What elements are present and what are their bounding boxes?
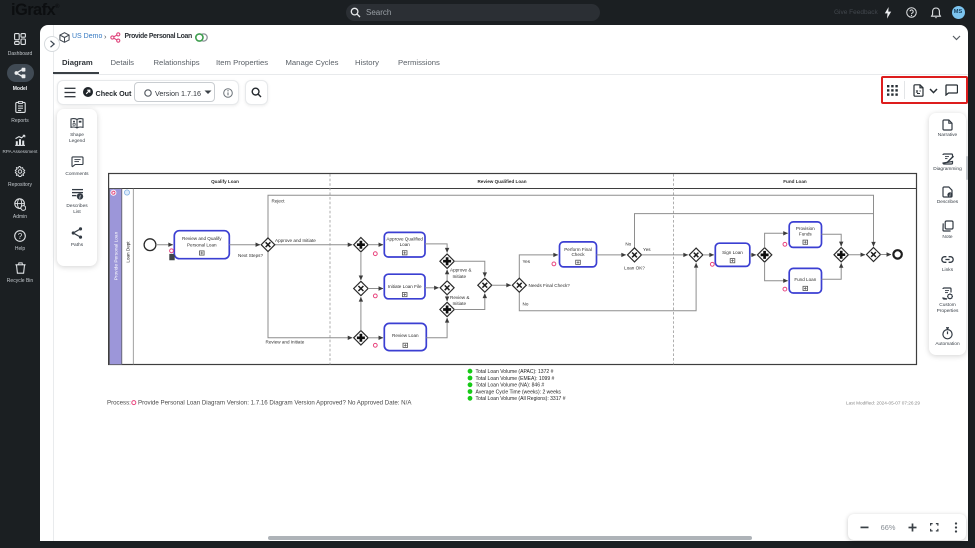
svg-text:Process:: Process: [107, 400, 131, 407]
svg-text:Average Cycle Time (weeks): 2: Average Cycle Time (weeks): 2 weeks [476, 389, 562, 395]
svg-text:Check: Check [571, 252, 585, 257]
svg-text:Review &: Review & [450, 295, 469, 300]
svg-text:Next Steps?: Next Steps? [238, 253, 263, 258]
svg-text:Fund Loan: Fund Loan [783, 179, 807, 184]
svg-text:Sign Loan: Sign Loan [722, 250, 743, 255]
svg-text:Funds: Funds [799, 231, 812, 236]
svg-text:Total Loan Volume (EMEA): 1099: Total Loan Volume (EMEA): 1099 # [476, 376, 555, 382]
svg-text:Provide Personal Loan Diagram: Provide Personal Loan Diagram Version: 1… [138, 400, 412, 407]
svg-text:Qualify Loan: Qualify Loan [211, 179, 239, 184]
svg-text:Provide Personal Loan: Provide Personal Loan [113, 231, 119, 280]
svg-text:Review Loan: Review Loan [392, 333, 419, 338]
svg-text:Review and Qualify: Review and Qualify [182, 236, 222, 241]
svg-text:Loan Dept: Loan Dept [125, 241, 130, 263]
svg-text:Yes: Yes [523, 259, 531, 264]
svg-text:Review Qualified Loan: Review Qualified Loan [477, 179, 526, 184]
svg-text:Personal Loan: Personal Loan [187, 243, 217, 248]
svg-text:Needs Final Check?: Needs Final Check? [529, 283, 571, 288]
svg-text:Initiate: Initiate [453, 274, 467, 279]
svg-text:Initiate Loan File: Initiate Loan File [388, 284, 422, 289]
svg-text:Fund Loan: Fund Loan [794, 277, 816, 282]
svg-text:Review and Initiate: Review and Initiate [266, 339, 305, 344]
svg-text:Total Loan Volume (NA): 846 #: Total Loan Volume (NA): 846 # [476, 383, 545, 389]
svg-text:Loan OK?: Loan OK? [624, 266, 645, 271]
svg-text:No: No [625, 242, 631, 247]
svg-text:?: ? [18, 231, 23, 240]
svg-text:Approve &: Approve & [450, 268, 471, 273]
svg-text:No: No [523, 302, 529, 307]
svg-text:Last Modified: 2024-05-07 07:2: Last Modified: 2024-05-07 07:26:29 [846, 400, 920, 405]
svg-text:Total Loan Volume (All Regions: Total Loan Volume (All Regions): 3317 # [476, 396, 566, 402]
svg-text:Approve and Initiate: Approve and Initiate [275, 238, 316, 243]
svg-text:Initiate: Initiate [453, 301, 467, 306]
svg-text:Reject: Reject [272, 199, 286, 204]
svg-text:Total Loan Volume (APAC): 1372: Total Loan Volume (APAC): 1372 # [476, 369, 554, 375]
svg-text:Yes: Yes [643, 247, 651, 252]
svg-text:Loan: Loan [400, 242, 411, 247]
